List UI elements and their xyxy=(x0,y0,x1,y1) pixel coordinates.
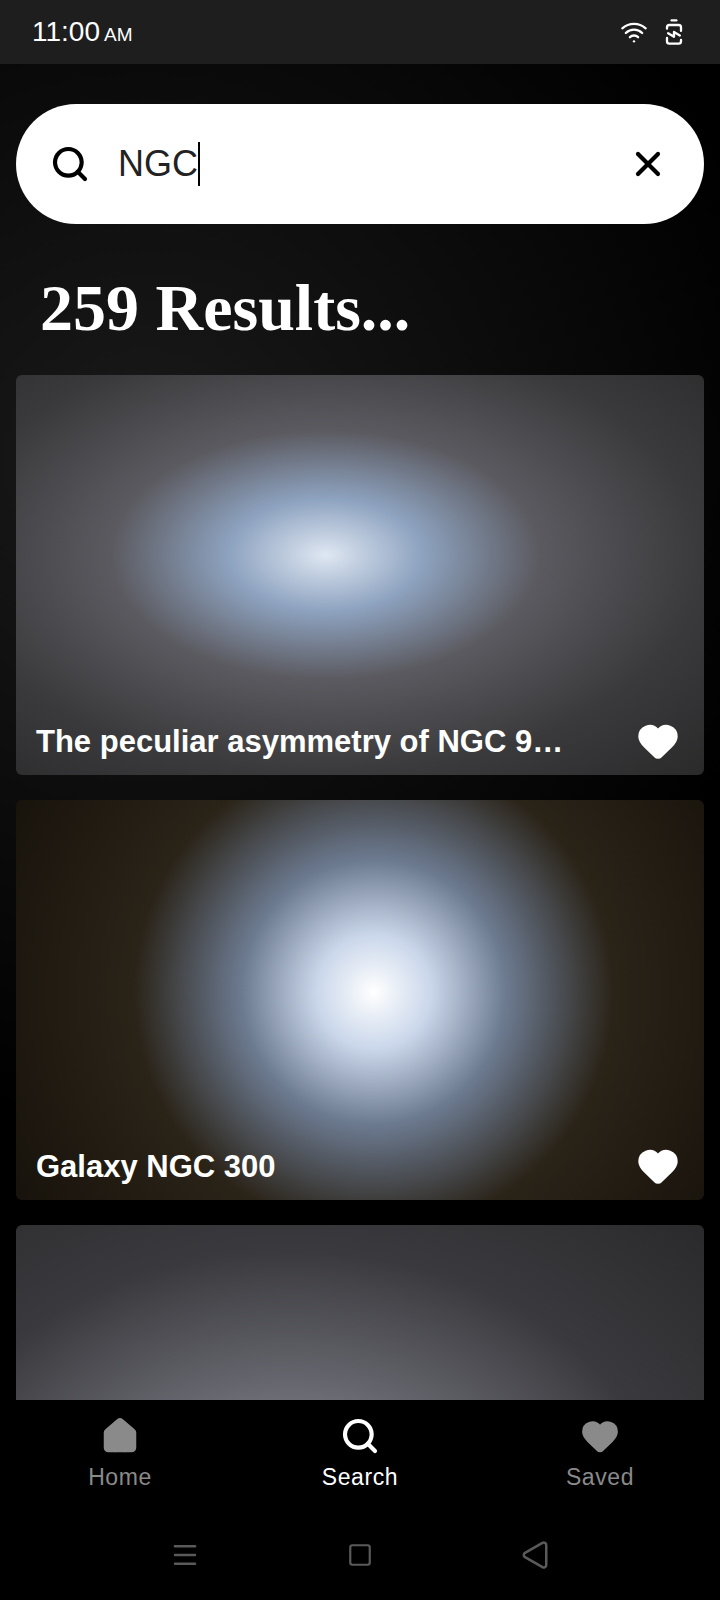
status-time: 11:00AM xyxy=(32,11,133,53)
battery-icon xyxy=(660,18,688,46)
result-card[interactable]: Galaxy NGC 300 xyxy=(16,800,704,1200)
nav-tab[interactable]: Search xyxy=(270,1416,450,1495)
clear-icon[interactable] xyxy=(628,144,668,184)
home-button-icon[interactable] xyxy=(347,1542,373,1568)
back-icon[interactable] xyxy=(520,1540,550,1570)
heart-icon[interactable] xyxy=(636,1144,680,1188)
search-input[interactable]: NGC xyxy=(118,137,198,191)
status-bar: 11:00AM xyxy=(0,0,720,64)
nav-icon xyxy=(100,1416,140,1456)
nav-tab[interactable]: Home xyxy=(30,1416,210,1495)
bottom-nav: Home Search Saved xyxy=(0,1400,720,1510)
nav-icon xyxy=(580,1416,620,1456)
result-title: Galaxy NGC 300 xyxy=(36,1148,624,1185)
search-screen: NGC 259 Results... The peculiar asymmetry … xyxy=(0,64,720,1400)
result-card[interactable]: The peculiar asymmetry of NGC 9… xyxy=(16,375,704,775)
app-screen: 11:00AM NGC 259 Results... The peculiar asy… xyxy=(0,0,720,1600)
heart-icon[interactable] xyxy=(636,719,680,763)
results-list: The peculiar asymmetry of NGC 9… Galaxy N… xyxy=(16,375,704,1400)
search-bar[interactable]: NGC xyxy=(16,104,704,224)
result-title: The peculiar asymmetry of NGC 9… xyxy=(36,723,624,760)
recents-icon[interactable] xyxy=(170,1540,200,1570)
text-cursor xyxy=(198,142,200,186)
results-heading: 259 Results... xyxy=(16,268,704,347)
nav-icon xyxy=(340,1416,380,1456)
search-icon xyxy=(50,144,90,184)
wifi-icon xyxy=(620,18,648,46)
system-nav xyxy=(0,1510,720,1600)
nav-tab[interactable]: Saved xyxy=(510,1416,690,1495)
result-card[interactable] xyxy=(16,1225,704,1400)
